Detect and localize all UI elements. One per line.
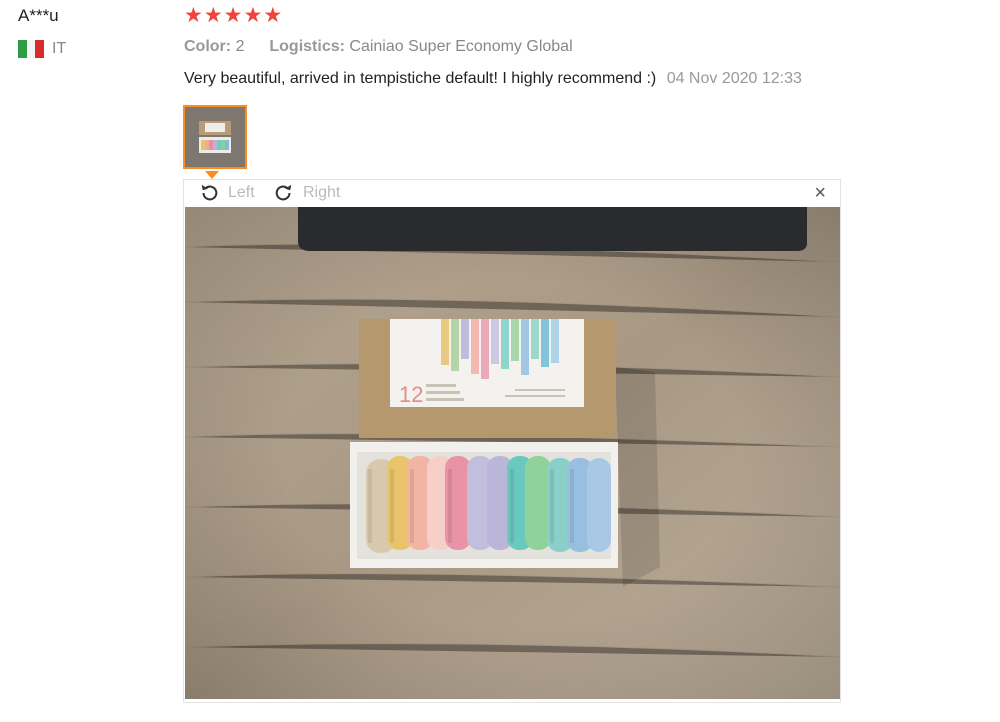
rotate-right-button[interactable]: Right — [273, 182, 340, 204]
star-rating: ★ ★ ★ ★ ★ — [184, 5, 282, 27]
photo-viewer: Left Right × 12 — [183, 179, 841, 703]
thumbnail-pointer — [205, 171, 219, 179]
review-photo: 12 — [185, 207, 840, 699]
color-label: Color: — [184, 38, 232, 55]
country-code: IT — [52, 40, 67, 57]
review-comment: Very beautiful, arrived in tempistiche d… — [184, 70, 802, 88]
star-icon: ★ — [184, 4, 203, 27]
reviewer-country: IT — [18, 40, 66, 58]
rotate-left-button[interactable]: Left — [198, 182, 255, 204]
photo-thumbnail[interactable] — [183, 105, 247, 169]
reviewer-name: A***u — [18, 6, 59, 25]
star-icon: ★ — [203, 4, 223, 27]
rotate-left-icon — [201, 184, 218, 201]
logistics-label: Logistics: — [269, 38, 345, 55]
star-icon: ★ — [223, 4, 243, 27]
rotate-right-label: Right — [303, 184, 341, 201]
color-value: 2 — [235, 38, 245, 55]
star-icon: ★ — [263, 4, 283, 27]
review-meta: Color: 2 Logistics: Cainiao Super Econom… — [184, 38, 573, 56]
review-date: 04 Nov 2020 12:33 — [666, 70, 802, 87]
rotate-left-label: Left — [228, 184, 255, 201]
star-icon: ★ — [243, 4, 263, 27]
rotate-right-icon — [275, 184, 292, 201]
box-number: 12 — [399, 382, 423, 407]
viewer-toolbar: Left Right × — [184, 180, 840, 207]
close-icon[interactable]: × — [814, 183, 826, 203]
logistics-value: Cainiao Super Economy Global — [349, 38, 573, 55]
comment-text: Very beautiful, arrived in tempistiche d… — [184, 70, 657, 87]
italy-flag-icon — [18, 40, 45, 58]
